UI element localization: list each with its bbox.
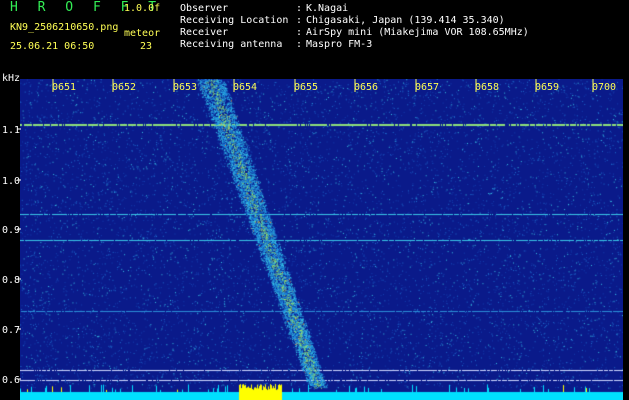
file-name: KN9_2506210650.png <box>10 22 119 33</box>
time-axis: 0651 0652 0653 0654 0655 0656 0657 0658 0659 0700 <box>52 79 616 93</box>
time-tick-label: 0700 <box>592 82 616 93</box>
meteor-label: meteor <box>124 28 161 39</box>
frequency-tick-label: 1.0 <box>2 176 20 187</box>
time-tick-label: 0654 <box>233 82 257 93</box>
location-value: Chigasaki, Japan (139.414 35.340) <box>306 15 505 26</box>
spectrogram-axes: 0651 0652 0653 0654 0655 0656 0657 0658 0659 0700… <box>2 79 616 386</box>
time-tick-label: 0651 <box>52 82 76 93</box>
antenna-colon: : <box>296 39 303 50</box>
meteor-count: 23 <box>140 41 153 52</box>
frequency-tick-label: 0.9 <box>2 225 20 236</box>
frequency-axis: 1.1 1.0 0.9 0.8 0.7 0.6 <box>2 125 21 386</box>
location-colon: : <box>296 15 303 26</box>
header: H R O F F T 1.0.0f KN9_2506210650.png me… <box>0 0 629 76</box>
app-version: 1.0.0f <box>124 3 161 14</box>
frequency-tick-label: 0.6 <box>2 375 20 386</box>
time-tick-label: 0655 <box>294 82 318 93</box>
time-tick-label: 0653 <box>173 82 197 93</box>
receiver-colon: : <box>296 27 303 38</box>
frequency-tick-label: 1.1 <box>2 125 20 136</box>
location-label: Receiving Location <box>180 15 289 26</box>
date-time: 25.06.21 06:50 <box>10 41 95 52</box>
antenna-value: Maspro FM-3 <box>306 39 373 50</box>
receiver-label: Receiver <box>180 27 229 38</box>
observer-value: K.Nagai <box>306 3 349 14</box>
observer-label: Observer <box>180 3 229 14</box>
time-tick-label: 0652 <box>112 82 136 93</box>
time-tick-label: 0658 <box>475 82 499 93</box>
time-tick-label: 0657 <box>415 82 439 93</box>
frequency-tick-label: 0.7 <box>2 325 20 336</box>
antenna-label: Receiving antenna <box>180 39 283 50</box>
receiver-value: AirSpy mini (Miakejima VOR 108.65MHz) <box>306 27 529 38</box>
time-tick-label: 0659 <box>535 82 559 93</box>
time-tick-label: 0656 <box>354 82 378 93</box>
frequency-tick-label: 0.8 <box>2 275 20 286</box>
observer-colon: : <box>296 3 303 14</box>
